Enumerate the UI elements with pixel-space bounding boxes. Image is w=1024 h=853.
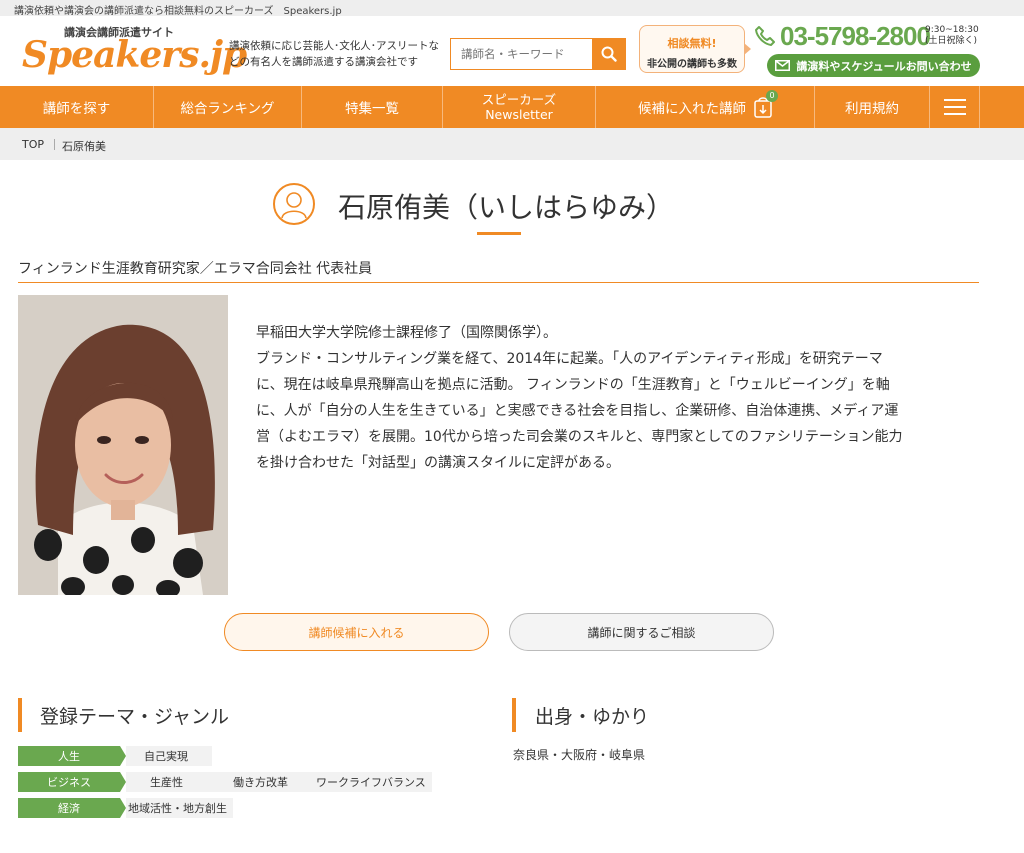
speaker-name: 石原侑美（いしはらゆみ） bbox=[338, 191, 675, 224]
genre-row: 人生 自己実現 bbox=[18, 746, 212, 766]
origin-section-bar bbox=[512, 698, 516, 732]
phone-icon bbox=[755, 26, 775, 46]
site-logo[interactable]: Speakers.jp bbox=[22, 34, 247, 76]
search-input[interactable] bbox=[451, 39, 593, 69]
add-candidate-button[interactable]: 講師候補に入れる bbox=[224, 613, 489, 651]
mail-icon bbox=[775, 60, 791, 71]
speaker-consult-button[interactable]: 講師に関するご相談 bbox=[509, 613, 774, 651]
bio-line: 営（よむエラマ）を展開。10代から培った司会業のスキルと、専門家としてのファシリ… bbox=[256, 429, 903, 445]
top-strip-text: 講演依頼や講演会の講師派遣なら相談無料のスピーカーズ Speakers.jp bbox=[14, 6, 342, 17]
genre-row: ビジネス 生産性 働き方改革 ワークライフバランス bbox=[18, 772, 432, 792]
search-icon bbox=[601, 46, 617, 62]
breadcrumb-current: 石原侑美 bbox=[62, 140, 106, 153]
nav-terms[interactable]: 利用規約 bbox=[815, 86, 930, 128]
nav-ranking[interactable]: 総合ランキング bbox=[154, 86, 302, 128]
person-icon bbox=[273, 183, 315, 225]
genre-tag[interactable]: 生産性 bbox=[126, 772, 207, 792]
genre-tags: 自己実現 bbox=[126, 746, 212, 766]
site-header: 講演会講師派遣サイト Speakers.jp 講演依頼に応じ芸能人･文化人･アス… bbox=[0, 16, 1024, 86]
breadcrumb-separator bbox=[54, 139, 55, 150]
nav-newsletter-line2: Newsletter bbox=[485, 107, 553, 122]
top-strip: 講演依頼や講演会の講師派遣なら相談無料のスピーカーズ Speakers.jp bbox=[0, 0, 1024, 17]
nav-newsletter[interactable]: スピーカーズ Newsletter bbox=[443, 86, 596, 128]
consult-banner-title: 相談無料! bbox=[667, 37, 717, 50]
business-hours: 9:30~18:30 (土日祝除く) bbox=[925, 25, 979, 47]
title-underline bbox=[477, 232, 521, 235]
hours-note: (土日祝除く) bbox=[925, 36, 978, 46]
consult-banner-sub: 非公開の講師も多数 bbox=[647, 59, 737, 70]
search-button[interactable] bbox=[592, 39, 625, 69]
genre-label: 人生 bbox=[18, 746, 126, 766]
genre-tags: 地域活性・地方創生 bbox=[126, 798, 233, 818]
genre-tag[interactable]: ワークライフバランス bbox=[300, 772, 432, 792]
candidate-bag-icon: 0 bbox=[754, 90, 778, 118]
genre-tag[interactable]: 地域活性・地方創生 bbox=[126, 798, 233, 818]
bio-line: ブランド・コンサルティング業を経て、2014年に起業。「人のアイデンティティ形成… bbox=[256, 351, 883, 367]
candidate-count-badge: 0 bbox=[766, 90, 778, 102]
hamburger-menu-icon bbox=[943, 99, 966, 115]
genre-label: 経済 bbox=[18, 798, 126, 818]
main-nav: 講師を探す 総合ランキング 特集一覧 スピーカーズ Newsletter 候補に… bbox=[0, 86, 1024, 128]
nav-menu-button[interactable] bbox=[930, 86, 980, 128]
origin-value: 奈良県・大阪府・岐阜県 bbox=[513, 748, 646, 762]
genre-tags: 生産性 働き方改革 ワークライフバランス bbox=[126, 772, 432, 792]
speaker-photo bbox=[18, 295, 228, 595]
genre-tag[interactable]: 働き方改革 bbox=[207, 772, 300, 792]
free-consult-banner[interactable]: 相談無料! 非公開の講師も多数 bbox=[639, 25, 751, 73]
nav-search-speakers[interactable]: 講師を探す bbox=[0, 86, 154, 128]
bio-line: 早稲田大学大学院修士課程修了（国際関係学）。 bbox=[256, 325, 557, 341]
breadcrumb-home[interactable]: TOP bbox=[22, 138, 44, 151]
speaker-bio: 早稲田大学大学院修士課程修了（国際関係学）。 ブランド・コンサルティング業を経て… bbox=[256, 320, 986, 476]
bio-line: に、人が「自分の人生を生きている」と実感できる社会を目指し、企業研修、自治体連携… bbox=[256, 403, 899, 419]
contact-button-label: 講演料やスケジュールお問い合わせ bbox=[796, 59, 972, 73]
nav-candidates-label: 候補に入れた講師 bbox=[638, 101, 746, 117]
genre-tag[interactable]: 自己実現 bbox=[126, 746, 212, 766]
themes-section-bar bbox=[18, 698, 22, 732]
contact-button[interactable]: 講演料やスケジュールお問い合わせ bbox=[767, 54, 980, 77]
role-divider bbox=[18, 282, 979, 283]
themes-section-title: 登録テーマ・ジャンル bbox=[40, 706, 230, 728]
breadcrumb: TOP 石原侑美 bbox=[0, 128, 1024, 160]
bio-line: に、現在は岐阜県飛騨高山を拠点に活動。 フィンランドの「生涯教育」と「ウェルビー… bbox=[256, 377, 890, 393]
phone-number[interactable]: 03-5798-2800 bbox=[780, 21, 931, 52]
hours-time: 9:30~18:30 bbox=[925, 25, 979, 35]
nav-newsletter-line1: スピーカーズ bbox=[481, 92, 557, 107]
site-tagline: 講演依頼に応じ芸能人･文化人･アスリートなどの有名人を講師派遣する講演会社です bbox=[229, 40, 439, 68]
nav-features[interactable]: 特集一覧 bbox=[302, 86, 443, 128]
genre-label: ビジネス bbox=[18, 772, 126, 792]
speaker-role: フィンランド生涯教育研究家／エラマ合同会社 代表社員 bbox=[18, 261, 373, 277]
bio-line: を掛け合わせた「対話型」の講演スタイルに定評がある。 bbox=[256, 455, 620, 471]
nav-candidates[interactable]: 候補に入れた講師 0 bbox=[596, 86, 815, 128]
search-box bbox=[450, 38, 626, 70]
genre-row: 経済 地域活性・地方創生 bbox=[18, 798, 233, 818]
origin-section-title: 出身・ゆかり bbox=[535, 706, 650, 728]
